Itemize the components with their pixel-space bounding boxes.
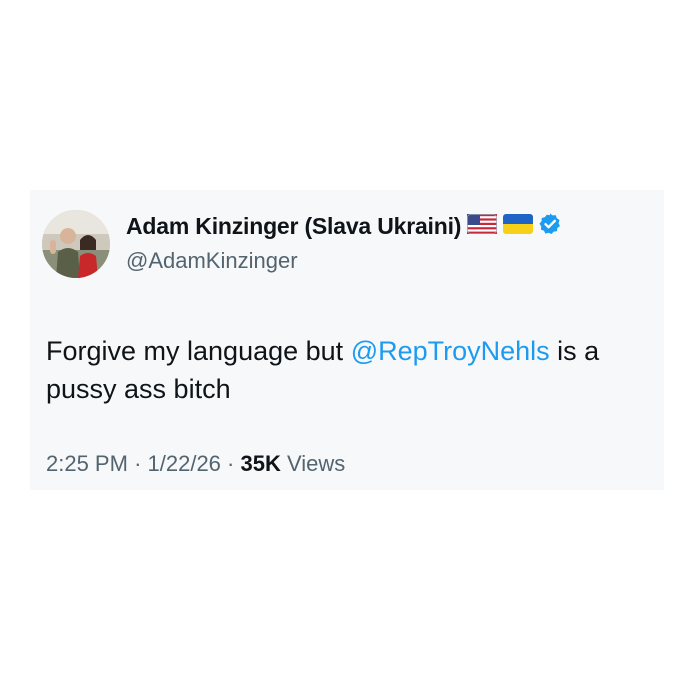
tweet-date[interactable]: 1/22/26 xyxy=(148,451,221,476)
author-display-name[interactable]: Adam Kinzinger (Slava Ukraini) xyxy=(126,213,461,240)
mention-link[interactable]: @RepTroyNehls xyxy=(351,336,550,366)
tweet-time[interactable]: 2:25 PM xyxy=(46,451,128,476)
author-name-row[interactable]: Adam Kinzinger (Slava Ukraini) xyxy=(126,212,562,241)
tweet-meta: 2:25 PM · 1/22/26 · 35K Views xyxy=(46,451,345,477)
tweet-text-part: Forgive my language but xyxy=(46,336,351,366)
meta-separator: · xyxy=(227,451,235,476)
author-handle[interactable]: @AdamKinzinger xyxy=(126,248,298,274)
ukraine-flag-icon xyxy=(503,214,534,239)
avatar[interactable] xyxy=(42,210,110,278)
us-flag-icon xyxy=(467,214,498,239)
views-count[interactable]: 35K xyxy=(241,451,281,476)
verified-badge-icon xyxy=(538,212,562,241)
views-label[interactable]: Views xyxy=(287,451,345,476)
tweet-text: Forgive my language but @RepTroyNehls is… xyxy=(46,332,646,408)
meta-separator: · xyxy=(134,451,142,476)
